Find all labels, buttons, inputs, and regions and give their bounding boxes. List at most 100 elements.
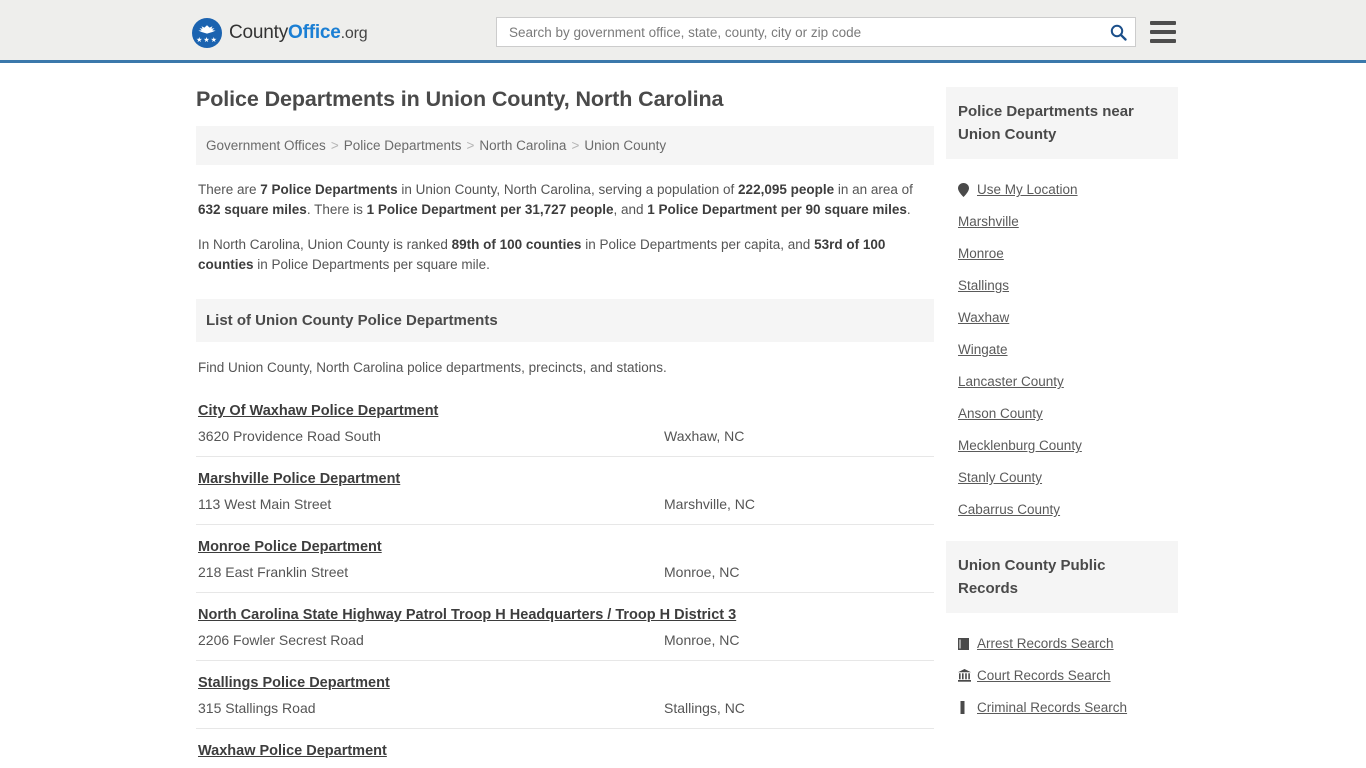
intro-highlight: 89th of 100 counties [451, 237, 582, 252]
intro-text: , and [613, 202, 648, 217]
department-city: Waxhaw, NC [664, 428, 745, 444]
department-list: City Of Waxhaw Police Department 3620 Pro… [196, 389, 934, 768]
department-detail: 3620 Providence Road South Waxhaw, NC [198, 428, 932, 444]
intro-text: in Union County, North Carolina, serving… [397, 182, 739, 197]
hamburger-menu-icon[interactable] [1150, 21, 1176, 43]
department-address: 315 Stallings Road [198, 700, 316, 716]
department-row: City Of Waxhaw Police Department 3620 Pro… [196, 389, 934, 457]
department-detail: 2206 Fowler Secrest Road Monroe, NC [198, 632, 932, 648]
site-header: ★★★ CountyOffice.org [0, 0, 1366, 63]
eagle-circle-logo-icon: ★★★ [192, 18, 222, 48]
search-box[interactable] [496, 17, 1136, 47]
department-row: North Carolina State Highway Patrol Troo… [196, 593, 934, 661]
intro-text: . [906, 202, 911, 217]
breadcrumb-item[interactable]: Government Offices [206, 138, 326, 153]
sidebar-link-row: Stanly County [958, 470, 1178, 485]
department-row: Waxhaw Police Department200 West South M… [196, 729, 934, 768]
sidebar-link-row: Monroe [958, 246, 1178, 261]
intro-paragraph-2: In North Carolina, Union County is ranke… [198, 235, 932, 275]
content-container: Police Departments in Union County, Nort… [188, 63, 1178, 768]
sidebar-link-row: Wingate [958, 342, 1178, 357]
breadcrumb-separator: > [571, 138, 580, 153]
sidebar-link[interactable]: Mecklenburg County [958, 438, 1082, 453]
sidebar-link-row: Court Records Search [958, 668, 1178, 683]
search-icon[interactable] [1107, 21, 1129, 43]
department-name-link[interactable]: Stallings Police Department [198, 675, 390, 691]
sidebar-link[interactable]: Cabarrus County [958, 502, 1060, 517]
sidebar-link-row: Cabarrus County [958, 502, 1178, 517]
menu-bar-3 [1150, 39, 1176, 43]
intro-highlight: 1 Police Department per 90 square miles [647, 202, 907, 217]
intro-highlight: 7 Police Departments [260, 182, 398, 197]
department-city: Monroe, NC [664, 632, 740, 648]
sidebar-link-row: Marshville [958, 214, 1178, 229]
sidebar-link[interactable]: Use My Location [977, 182, 1078, 197]
stars-icon: ★★★ [196, 37, 218, 44]
sidebar-link[interactable]: Arrest Records Search [977, 636, 1114, 651]
department-name-link[interactable]: Marshville Police Department [198, 471, 400, 487]
sidebar-link[interactable]: Court Records Search [977, 668, 1111, 683]
sidebar-link[interactable]: Waxhaw [958, 310, 1009, 325]
breadcrumb-item[interactable]: Police Departments [344, 138, 462, 153]
sidebar-link-row: Criminal Records Search [958, 700, 1178, 715]
department-detail: 218 East Franklin Street Monroe, NC [198, 564, 932, 580]
sidebar-link[interactable]: Lancaster County [958, 374, 1064, 389]
public-records-panel: Union County Public Records Arrest Recor… [946, 541, 1178, 715]
records-panel-title: Union County Public Records [946, 541, 1178, 613]
records-panel-links: Arrest Records Search Court Records Searc… [946, 613, 1178, 715]
department-row: Monroe Police Department 218 East Frankli… [196, 525, 934, 593]
intro-text: in Police Departments per capita, and [581, 237, 815, 252]
intro-highlight: 1 Police Department per 31,727 people [366, 202, 614, 217]
eagle-icon [198, 25, 216, 34]
sidebar-link[interactable]: Wingate [958, 342, 1008, 357]
nearby-panel-title: Police Departments near Union County [946, 87, 1178, 159]
intro-text: . There is [306, 202, 367, 217]
department-name-link[interactable]: Waxhaw Police Department [198, 743, 387, 759]
search-area [496, 17, 1176, 47]
sidebar-link[interactable]: Marshville [958, 214, 1019, 229]
list-section-description: Find Union County, North Carolina police… [198, 360, 667, 375]
sidebar-link-row: Lancaster County [958, 374, 1178, 389]
sidebar-link[interactable]: Criminal Records Search [977, 700, 1127, 715]
department-row: Marshville Police Department 113 West Mai… [196, 457, 934, 525]
department-name-link[interactable]: North Carolina State Highway Patrol Troo… [198, 607, 736, 623]
main-column: Police Departments in Union County, Nort… [196, 63, 934, 768]
department-detail: 315 Stallings Road Stallings, NC [198, 700, 932, 716]
document-icon [958, 701, 973, 714]
sidebar-link-row: Waxhaw [958, 310, 1178, 325]
department-name-link[interactable]: City Of Waxhaw Police Department [198, 403, 438, 419]
menu-bar-1 [1150, 21, 1176, 25]
menu-bar-2 [1150, 30, 1176, 34]
search-input[interactable] [507, 18, 1107, 46]
intro-section: There are 7 Police Departments in Union … [196, 180, 934, 275]
book-icon [958, 637, 973, 650]
site-logo[interactable]: ★★★ CountyOffice.org [192, 18, 368, 48]
sidebar-link[interactable]: Anson County [958, 406, 1043, 421]
page-body: Police Departments in Union County, Nort… [0, 63, 1366, 768]
nearby-departments-panel: Police Departments near Union County Use… [946, 87, 1178, 517]
department-address: 218 East Franklin Street [198, 564, 349, 580]
breadcrumb: Government Offices > Police Departments > No… [196, 126, 934, 165]
department-address: 113 West Main Street [198, 496, 332, 512]
breadcrumb-separator: > [330, 138, 339, 153]
list-section-title: List of Union County Police Departments [196, 299, 934, 342]
sidebar: Police Departments near Union County Use… [946, 63, 1178, 715]
intro-highlight: 632 square miles [198, 202, 307, 217]
sidebar-link-row: Arrest Records Search [958, 636, 1178, 651]
sidebar-link[interactable]: Stanly County [958, 470, 1042, 485]
breadcrumb-separator: > [466, 138, 475, 153]
department-name-link[interactable]: Monroe Police Department [198, 539, 382, 555]
logo-text: CountyOffice.org [229, 22, 368, 44]
department-city: Stallings, NC [664, 700, 745, 716]
sidebar-link-row: Anson County [958, 406, 1178, 421]
courthouse-icon [958, 669, 973, 682]
sidebar-link[interactable]: Stallings [958, 278, 1009, 293]
intro-text: There are [198, 182, 261, 197]
intro-text: in an area of [834, 182, 913, 197]
sidebar-link-row: Use My Location [958, 182, 1178, 197]
breadcrumb-item[interactable]: North Carolina [479, 138, 566, 153]
sidebar-link[interactable]: Monroe [958, 246, 1004, 261]
breadcrumb-item[interactable]: Union County [584, 138, 666, 153]
page-title: Police Departments in Union County, Nort… [196, 87, 724, 111]
intro-text: In North Carolina, Union County is ranke… [198, 237, 452, 252]
